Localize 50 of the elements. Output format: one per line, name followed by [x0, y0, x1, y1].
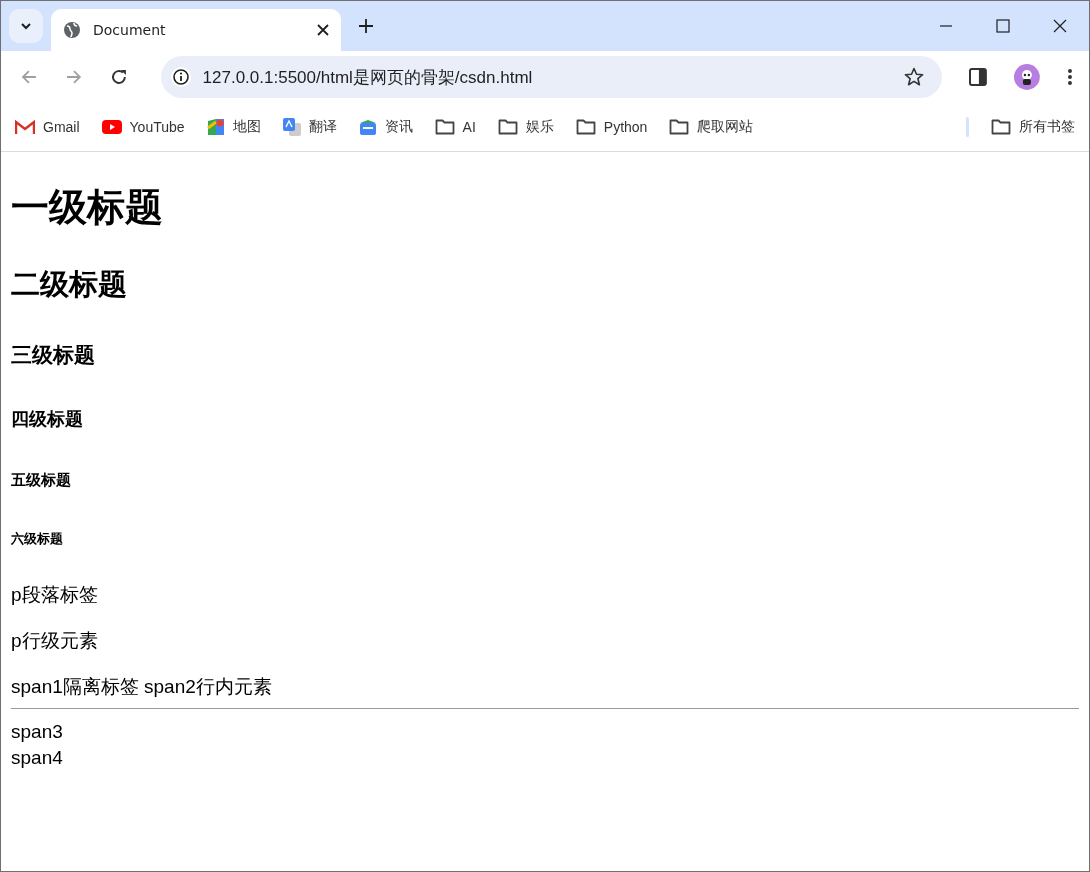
tab-search-button[interactable] — [9, 9, 43, 43]
star-icon[interactable] — [904, 67, 925, 87]
text-line: span3 — [11, 721, 63, 742]
forward-arrow-icon[interactable] — [64, 68, 83, 86]
more-menu-icon[interactable] — [1067, 68, 1074, 86]
folder-icon — [669, 119, 690, 135]
bookmark-item[interactable]: 地图 — [206, 118, 261, 136]
folder-icon — [575, 119, 596, 135]
all-bookmarks-folder[interactable]: 所有书签 — [991, 118, 1075, 136]
paragraph: p段落标签 — [11, 583, 99, 607]
play-icon — [101, 120, 122, 134]
paragraph: p行级元素 — [11, 629, 99, 653]
bookmark-item[interactable]: Python — [575, 119, 648, 135]
map-icon — [206, 118, 225, 136]
heading: 六级标题 — [11, 530, 64, 548]
translate-icon — [282, 118, 301, 136]
chevron-down-icon — [20, 22, 32, 30]
close-window-icon[interactable] — [1053, 19, 1067, 33]
folder-icon — [434, 119, 455, 135]
tab-title: Document — [93, 22, 167, 38]
new-tab-icon[interactable] — [359, 19, 373, 33]
globe-icon — [63, 21, 81, 39]
address-bar[interactable]: 127.0.0.1:5500/html是网页的骨架/csdn.html — [160, 56, 943, 98]
browser-tab[interactable]: Document — [51, 9, 341, 51]
text-line: span4 — [11, 747, 63, 768]
url-text: 127.0.0.1:5500/html是网页的骨架/csdn.html — [202, 66, 534, 89]
heading: 五级标题 — [11, 471, 72, 490]
side-panel-icon[interactable] — [969, 68, 988, 86]
bookmark-item[interactable]: YouTube — [101, 119, 185, 135]
bookmark-item[interactable]: 娱乐 — [497, 118, 554, 136]
reload-icon[interactable] — [109, 68, 128, 86]
back-arrow-icon[interactable] — [20, 68, 38, 86]
folder-icon — [497, 119, 518, 135]
news-icon — [358, 119, 377, 135]
bookmark-item[interactable]: Gmail — [15, 119, 80, 135]
bookmark-item[interactable]: AI — [434, 119, 476, 135]
heading: 三级标题 — [11, 342, 96, 368]
bookmark-item[interactable]: 爬取网站 — [669, 118, 754, 136]
heading: 一级标题 — [11, 185, 164, 230]
bookmark-item[interactable]: 资讯 — [358, 118, 413, 136]
mail-icon — [15, 119, 35, 135]
paragraph: span1隔离标签 span2行内元素 — [11, 675, 273, 699]
heading: 四级标题 — [11, 408, 84, 431]
info-icon — [170, 67, 191, 87]
maximize-icon[interactable] — [996, 19, 1010, 33]
avatar-icon[interactable] — [1014, 64, 1041, 90]
folder-icon — [991, 119, 1011, 135]
bookmark-item[interactable]: 翻译 — [282, 118, 337, 136]
heading: 二级标题 — [11, 267, 128, 302]
close-icon[interactable] — [317, 24, 329, 36]
